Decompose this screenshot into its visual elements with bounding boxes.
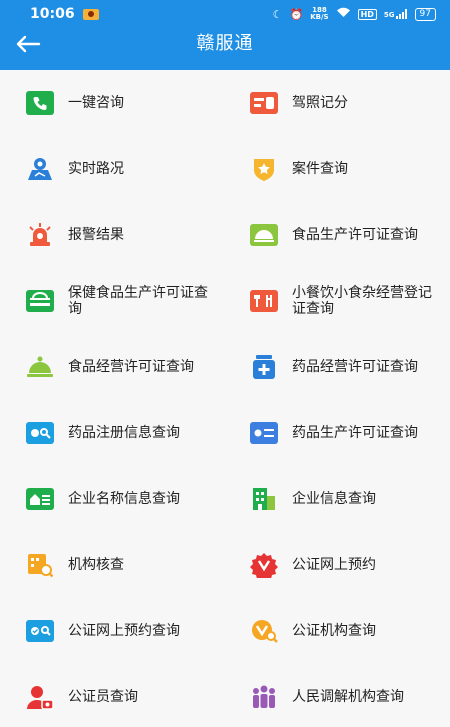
service-label: 公证机构查询 [292, 623, 376, 639]
network-speed: 188 KB/S [310, 6, 329, 21]
service-item[interactable]: 人民调解机构查询 [225, 664, 450, 727]
service-label: 案件查询 [292, 161, 348, 177]
moon-icon: ☾ [272, 7, 283, 21]
app-header: 10:06 ☾ ⏰ 188 KB/S HD 5G 97 赣服通 [0, 0, 450, 70]
status-indicators: ☾ ⏰ 188 KB/S HD 5G 97 [273, 7, 436, 21]
service-label: 报警结果 [68, 227, 124, 243]
phone-icon [26, 89, 54, 117]
service-label: 企业名称信息查询 [68, 491, 180, 507]
service-item[interactable]: 一键咨询 [0, 70, 225, 136]
notary-query-icon [26, 617, 54, 645]
service-item[interactable]: 报警结果 [0, 202, 225, 268]
alarm-clock-icon: ⏰ [289, 7, 304, 21]
service-item[interactable]: 公证网上预约 [225, 532, 450, 598]
enterprise-name-icon [26, 485, 54, 513]
title-bar: 赣服通 [0, 28, 450, 70]
battery-indicator: 97 [414, 7, 436, 21]
service-item[interactable]: 药品生产许可证查询 [225, 400, 450, 466]
food-production-icon [250, 221, 278, 249]
eye-protection-icon [82, 8, 99, 20]
service-item[interactable]: 企业信息查询 [225, 466, 450, 532]
status-time: 10:06 [30, 6, 75, 22]
service-item[interactable]: 食品生产许可证查询 [225, 202, 450, 268]
wifi-icon [336, 7, 351, 21]
small-catering-icon [250, 287, 278, 315]
service-item[interactable]: 机构核查 [0, 532, 225, 598]
service-label: 药品经营许可证查询 [292, 359, 418, 375]
service-label: 食品生产许可证查询 [292, 227, 418, 243]
service-label: 食品经营许可证查询 [68, 359, 194, 375]
service-item[interactable]: 驾照记分 [225, 70, 450, 136]
institution-check-icon [26, 551, 54, 579]
service-item[interactable]: 药品经营许可证查询 [225, 334, 450, 400]
food-cloche-icon [26, 353, 54, 381]
mediation-people-icon [250, 683, 278, 711]
service-label: 企业信息查询 [292, 491, 376, 507]
service-label: 人民调解机构查询 [292, 689, 404, 705]
service-item[interactable]: 药品注册信息查询 [0, 400, 225, 466]
service-label: 机构核查 [68, 557, 124, 573]
signal-icon: 5G [384, 9, 408, 19]
service-label: 一键咨询 [68, 95, 124, 111]
service-label: 药品生产许可证查询 [292, 425, 418, 441]
service-item[interactable]: 小餐饮小食杂经营登记证查询 [225, 268, 450, 334]
drug-register-icon [26, 419, 54, 447]
police-badge-icon [250, 155, 278, 183]
health-food-icon [26, 287, 54, 315]
service-label: 实时路况 [68, 161, 124, 177]
service-item[interactable]: 保健食品生产许可证查询 [0, 268, 225, 334]
arrow-left-icon [16, 35, 41, 53]
license-card-icon [250, 89, 278, 117]
service-item[interactable]: 食品经营许可证查询 [0, 334, 225, 400]
medicine-box-icon [250, 353, 278, 381]
service-label: 公证员查询 [68, 689, 138, 705]
notary-appointment-icon [250, 551, 278, 579]
status-bar: 10:06 ☾ ⏰ 188 KB/S HD 5G 97 [0, 0, 450, 28]
service-item[interactable]: 实时路况 [0, 136, 225, 202]
notary-person-icon [26, 683, 54, 711]
hd-badge: HD [357, 8, 377, 20]
service-label: 公证网上预约 [292, 557, 376, 573]
service-label: 药品注册信息查询 [68, 425, 180, 441]
service-item[interactable]: 企业名称信息查询 [0, 466, 225, 532]
service-label: 驾照记分 [292, 95, 348, 111]
service-label: 小餐饮小食杂经营登记证查询 [292, 285, 432, 317]
page-title: 赣服通 [196, 33, 254, 54]
building-icon [250, 485, 278, 513]
service-label: 保健食品生产许可证查询 [68, 285, 208, 317]
map-road-icon [26, 155, 54, 183]
alarm-siren-icon [26, 221, 54, 249]
notary-agency-icon [250, 617, 278, 645]
service-item[interactable]: 公证员查询 [0, 664, 225, 727]
service-item[interactable]: 公证网上预约查询 [0, 598, 225, 664]
back-button[interactable] [12, 30, 44, 58]
drug-production-icon [250, 419, 278, 447]
service-item[interactable]: 案件查询 [225, 136, 450, 202]
service-label: 公证网上预约查询 [68, 623, 180, 639]
service-grid: 一键咨询 驾照记分 实时路况 案件查询 报警结果 食品生产许可证查询 保健食品生… [0, 70, 450, 727]
service-item[interactable]: 公证机构查询 [225, 598, 450, 664]
